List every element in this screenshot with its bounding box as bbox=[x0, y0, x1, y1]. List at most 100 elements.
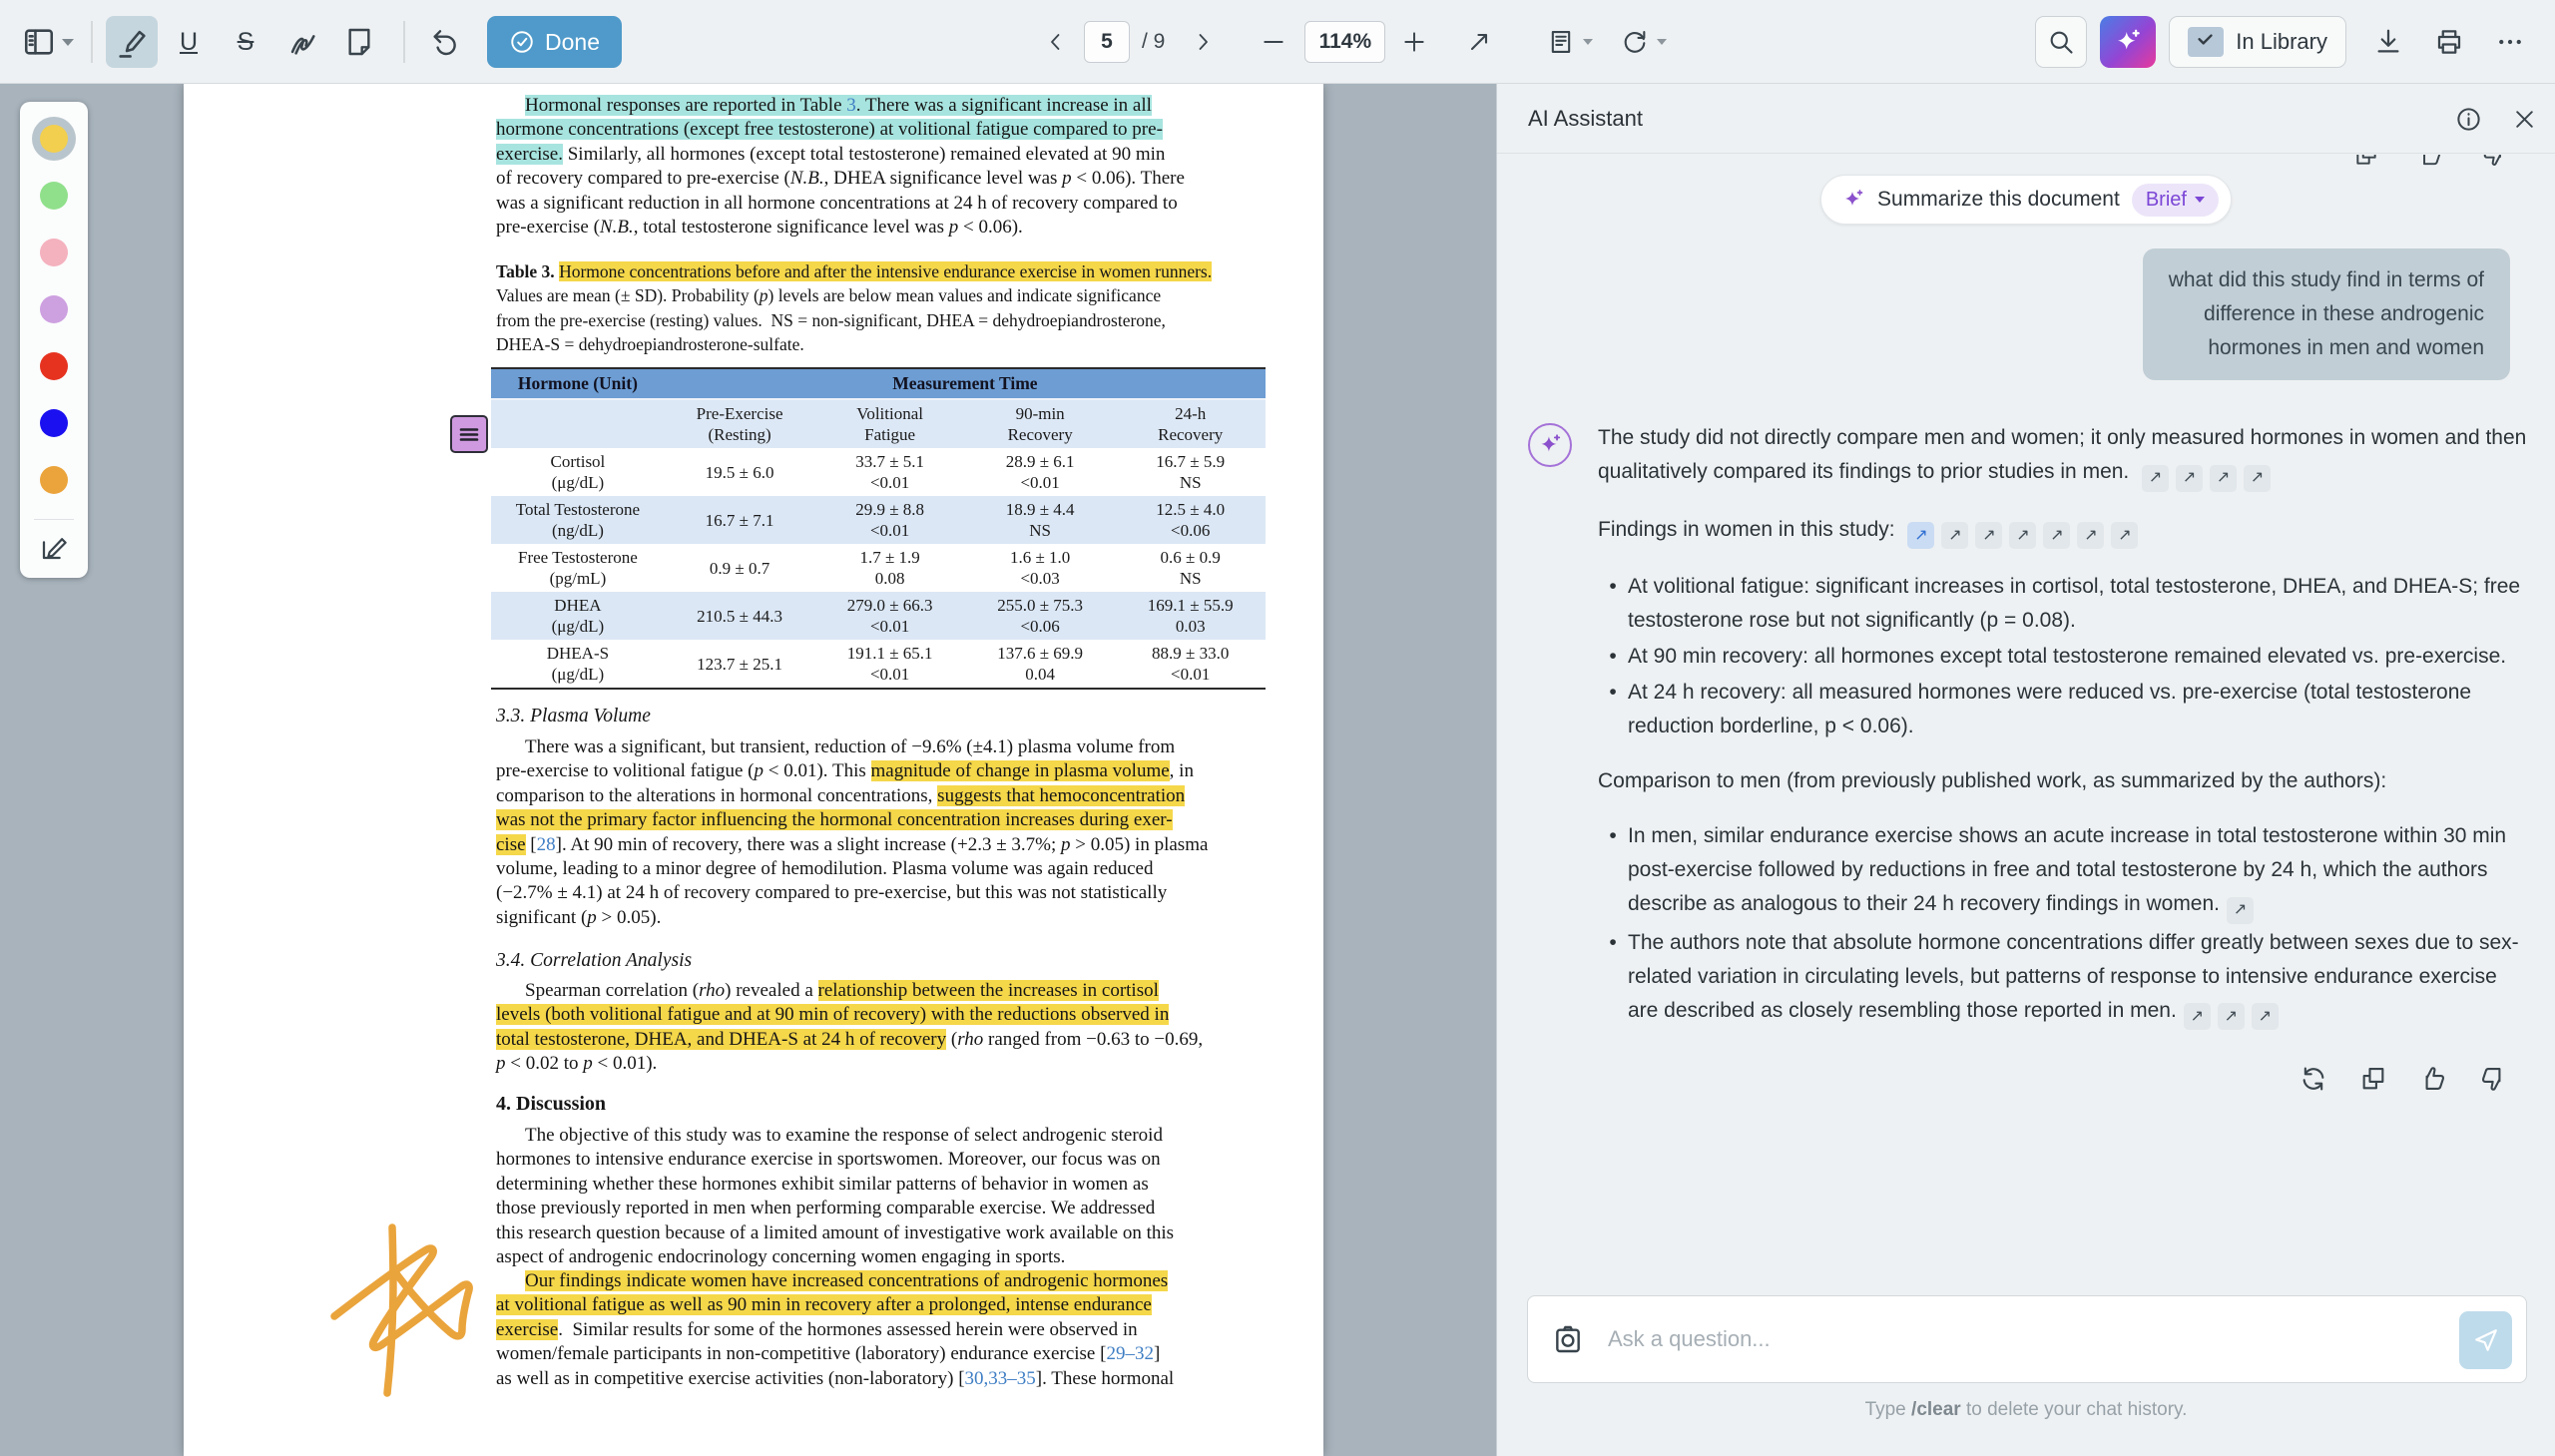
highlight-color-yellow[interactable] bbox=[32, 117, 76, 161]
search-button[interactable] bbox=[2035, 16, 2087, 68]
text-line: Table 3. Hormone concentrations before a… bbox=[496, 259, 1275, 283]
table-subheader-cell: Volitional Fatigue bbox=[814, 399, 965, 448]
citation-chip[interactable]: ↗ bbox=[2218, 1003, 2245, 1030]
citation-chip[interactable]: ↗ bbox=[2244, 465, 2271, 492]
chevron-down-icon bbox=[1583, 39, 1593, 45]
table-cell: 88.9 ± 33.0 <0.01 bbox=[1115, 640, 1266, 689]
camera-icon[interactable] bbox=[1552, 1323, 1584, 1355]
squiggle-tool-button[interactable] bbox=[276, 16, 328, 68]
previous-page-button[interactable] bbox=[1040, 26, 1072, 58]
sidebar-toggle-button[interactable] bbox=[18, 21, 78, 63]
page-view-menu-button[interactable] bbox=[1541, 27, 1599, 57]
table-cell: 16.7 ± 5.9 NS bbox=[1115, 448, 1266, 496]
info-button[interactable] bbox=[2453, 104, 2484, 135]
toolbar-right-group: In Library bbox=[2035, 0, 2529, 84]
highlight-color-pink[interactable] bbox=[32, 231, 76, 274]
print-button[interactable] bbox=[2430, 23, 2468, 61]
table-cell: 29.9 ± 8.8 <0.01 bbox=[814, 496, 965, 544]
citation-chip[interactable]: ↗ bbox=[2077, 522, 2104, 549]
citation-link[interactable]: 30,33–35 bbox=[965, 1368, 1036, 1389]
thumbs-down-icon[interactable] bbox=[2481, 155, 2507, 168]
citation-chip[interactable]: ↗ bbox=[2111, 522, 2138, 549]
squiggle-icon bbox=[285, 25, 319, 59]
text-line: pre-exercise (N.B., total testosterone s… bbox=[496, 216, 1275, 240]
edit-pencil-icon bbox=[39, 533, 69, 563]
citation-chip[interactable]: ↗ bbox=[1941, 522, 1968, 549]
regenerate-button[interactable] bbox=[2298, 1063, 2329, 1095]
table-cell: Total Testosterone (ng/dL) bbox=[491, 496, 665, 544]
zoom-in-button[interactable] bbox=[1397, 25, 1431, 59]
in-library-button[interactable]: In Library bbox=[2169, 16, 2346, 68]
pdf-paragraph-plasma-volume: There was a significant, but transient, … bbox=[496, 735, 1275, 930]
text-line: women/female participants in non-competi… bbox=[496, 1342, 1275, 1366]
citation-chip[interactable]: ↗ bbox=[2252, 1003, 2279, 1030]
strikethrough-icon: S bbox=[238, 28, 255, 57]
page-number-input[interactable] bbox=[1084, 21, 1130, 63]
bullet-dot: • bbox=[1598, 640, 1628, 674]
citation-chip[interactable]: ↗ bbox=[2142, 465, 2169, 492]
summarize-document-button[interactable]: Summarize this document Brief bbox=[1820, 175, 2232, 225]
highlight-color-orange[interactable] bbox=[32, 458, 76, 502]
text-line: exercise. Similar results for some of th… bbox=[496, 1318, 1275, 1342]
highlight-color-green[interactable] bbox=[32, 174, 76, 218]
table-cell: 1.7 ± 1.9 0.08 bbox=[814, 544, 965, 592]
text-line: hormones to intensive endurance exercise… bbox=[496, 1148, 1275, 1172]
citation-chip[interactable]: ↗ bbox=[2184, 1003, 2211, 1030]
table-subheader-cell: 24-h Recovery bbox=[1115, 399, 1266, 448]
citation-chip[interactable]: ↗ bbox=[2176, 465, 2203, 492]
send-button[interactable] bbox=[2459, 1311, 2512, 1369]
zoom-out-button[interactable] bbox=[1257, 25, 1290, 59]
summary-mode-label: Brief bbox=[2146, 189, 2187, 212]
ai-paragraph: The study did not directly compare men a… bbox=[1598, 421, 2527, 492]
undo-button[interactable] bbox=[418, 16, 470, 68]
citation-chip[interactable]: ↗ bbox=[1907, 522, 1934, 549]
citation-chip[interactable]: ↗ bbox=[2210, 465, 2237, 492]
section-4-heading: 4. Discussion bbox=[496, 1092, 1275, 1116]
top-toolbar: U S Done / 9 114% bbox=[0, 0, 2555, 84]
edit-annotation-button[interactable] bbox=[33, 532, 75, 564]
citation-chip[interactable]: ↗ bbox=[2009, 522, 2036, 549]
highlight-color-red[interactable] bbox=[32, 344, 76, 388]
text-line: was not the primary factor influencing t… bbox=[496, 808, 1275, 832]
ai-paragraph: Comparison to men (from previously publi… bbox=[1598, 764, 2527, 798]
note-annotation-marker[interactable] bbox=[450, 415, 488, 453]
star-drawing-annotation[interactable] bbox=[329, 1221, 514, 1399]
more-options-button[interactable] bbox=[2491, 23, 2529, 61]
folder-check-icon bbox=[2188, 27, 2224, 57]
highlighter-icon bbox=[115, 25, 149, 59]
next-page-button[interactable] bbox=[1187, 26, 1219, 58]
citation-link[interactable]: 3 bbox=[846, 95, 856, 116]
thumbs-down-button[interactable] bbox=[2477, 1063, 2509, 1095]
highlighter-tool-button[interactable] bbox=[106, 16, 158, 68]
refresh-icon bbox=[2300, 1065, 2327, 1093]
thumbs-up-icon[interactable] bbox=[2417, 155, 2443, 168]
highlight-color-purple[interactable] bbox=[32, 287, 76, 331]
text-line: Values are mean (± SD). Probability (p) … bbox=[496, 283, 1275, 307]
underline-tool-button[interactable]: U bbox=[163, 16, 215, 68]
rotate-menu-button[interactable] bbox=[1615, 27, 1673, 57]
citation-chip[interactable]: ↗ bbox=[2227, 897, 2254, 924]
text-line: significant (p > 0.05). bbox=[496, 906, 1275, 930]
fullscreen-button[interactable] bbox=[1461, 24, 1497, 60]
download-button[interactable] bbox=[2369, 23, 2407, 61]
citation-chip[interactable]: ↗ bbox=[1975, 522, 2002, 549]
citation-link[interactable]: 28 bbox=[537, 834, 556, 855]
ai-assistant-button[interactable] bbox=[2100, 16, 2156, 68]
hormone-table: Hormone (Unit)Measurement TimePre-Exerci… bbox=[491, 367, 1266, 690]
text-line: total testosterone, DHEA, and DHEA-S at … bbox=[496, 1028, 1275, 1052]
close-panel-button[interactable] bbox=[2510, 105, 2539, 134]
ask-question-input[interactable] bbox=[1606, 1325, 2446, 1353]
citation-chip[interactable]: ↗ bbox=[2043, 522, 2070, 549]
highlight-color-blue[interactable] bbox=[32, 401, 76, 445]
copy-response-button[interactable] bbox=[2357, 1063, 2389, 1095]
text-line: Our findings indicate women have increas… bbox=[496, 1269, 1275, 1293]
strikethrough-tool-button[interactable]: S bbox=[220, 16, 271, 68]
color-dot bbox=[40, 409, 68, 437]
summary-mode-dropdown[interactable]: Brief bbox=[2132, 184, 2219, 217]
thumbs-up-button[interactable] bbox=[2417, 1063, 2449, 1095]
done-button[interactable]: Done bbox=[487, 16, 622, 68]
copy-icon[interactable] bbox=[2353, 155, 2379, 168]
sticky-note-tool-button[interactable] bbox=[333, 16, 385, 68]
citation-link[interactable]: 29–32 bbox=[1106, 1343, 1154, 1364]
zoom-level-display[interactable]: 114% bbox=[1304, 21, 1385, 63]
